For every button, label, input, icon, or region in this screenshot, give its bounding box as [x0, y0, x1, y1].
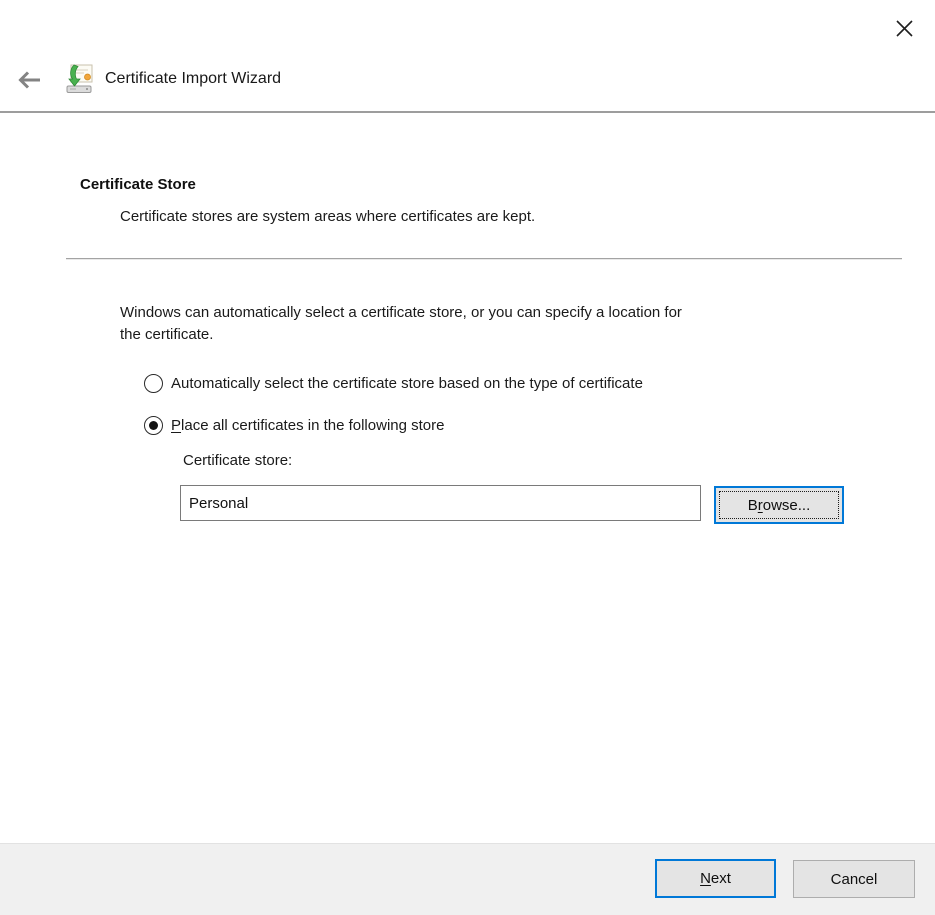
radio-place-all-label: Place all certificates in the following … [171, 417, 445, 434]
back-arrow-icon [18, 71, 40, 89]
radio-automatic-circle[interactable] [144, 374, 163, 393]
certificate-store-label: Certificate store: [183, 452, 293, 469]
close-icon [895, 19, 913, 37]
next-button[interactable]: Next [655, 859, 776, 898]
certificate-import-icon [66, 64, 93, 93]
page-subheading: Certificate stores are system areas wher… [120, 208, 536, 225]
wizard-title: Certificate Import Wizard [105, 70, 282, 87]
browse-button[interactable]: Br owse... [714, 486, 844, 524]
radio-place-all[interactable]: Place all certificates in the following … [144, 416, 444, 435]
certificate-store-input[interactable] [180, 485, 701, 521]
back-button[interactable] [12, 65, 46, 95]
intro-line-2: the certificate. [120, 326, 214, 343]
radio-automatic-store[interactable]: Automatically select the certificate sto… [144, 374, 643, 393]
cancel-button[interactable]: Cancel [793, 860, 915, 898]
section-divider [66, 258, 902, 260]
page-heading: Certificate Store [80, 176, 196, 193]
certificate-import-wizard-window: Certificate Import Wizard Certificate St… [0, 0, 935, 915]
close-button[interactable] [886, 12, 922, 44]
header-divider [0, 111, 935, 113]
intro-line-1: Windows can automatically select a certi… [120, 304, 682, 321]
radio-automatic-label: Automatically select the certificate sto… [171, 375, 643, 392]
intro-text: Windows can automatically select a certi… [120, 302, 682, 346]
radio-place-all-circle[interactable] [144, 416, 163, 435]
